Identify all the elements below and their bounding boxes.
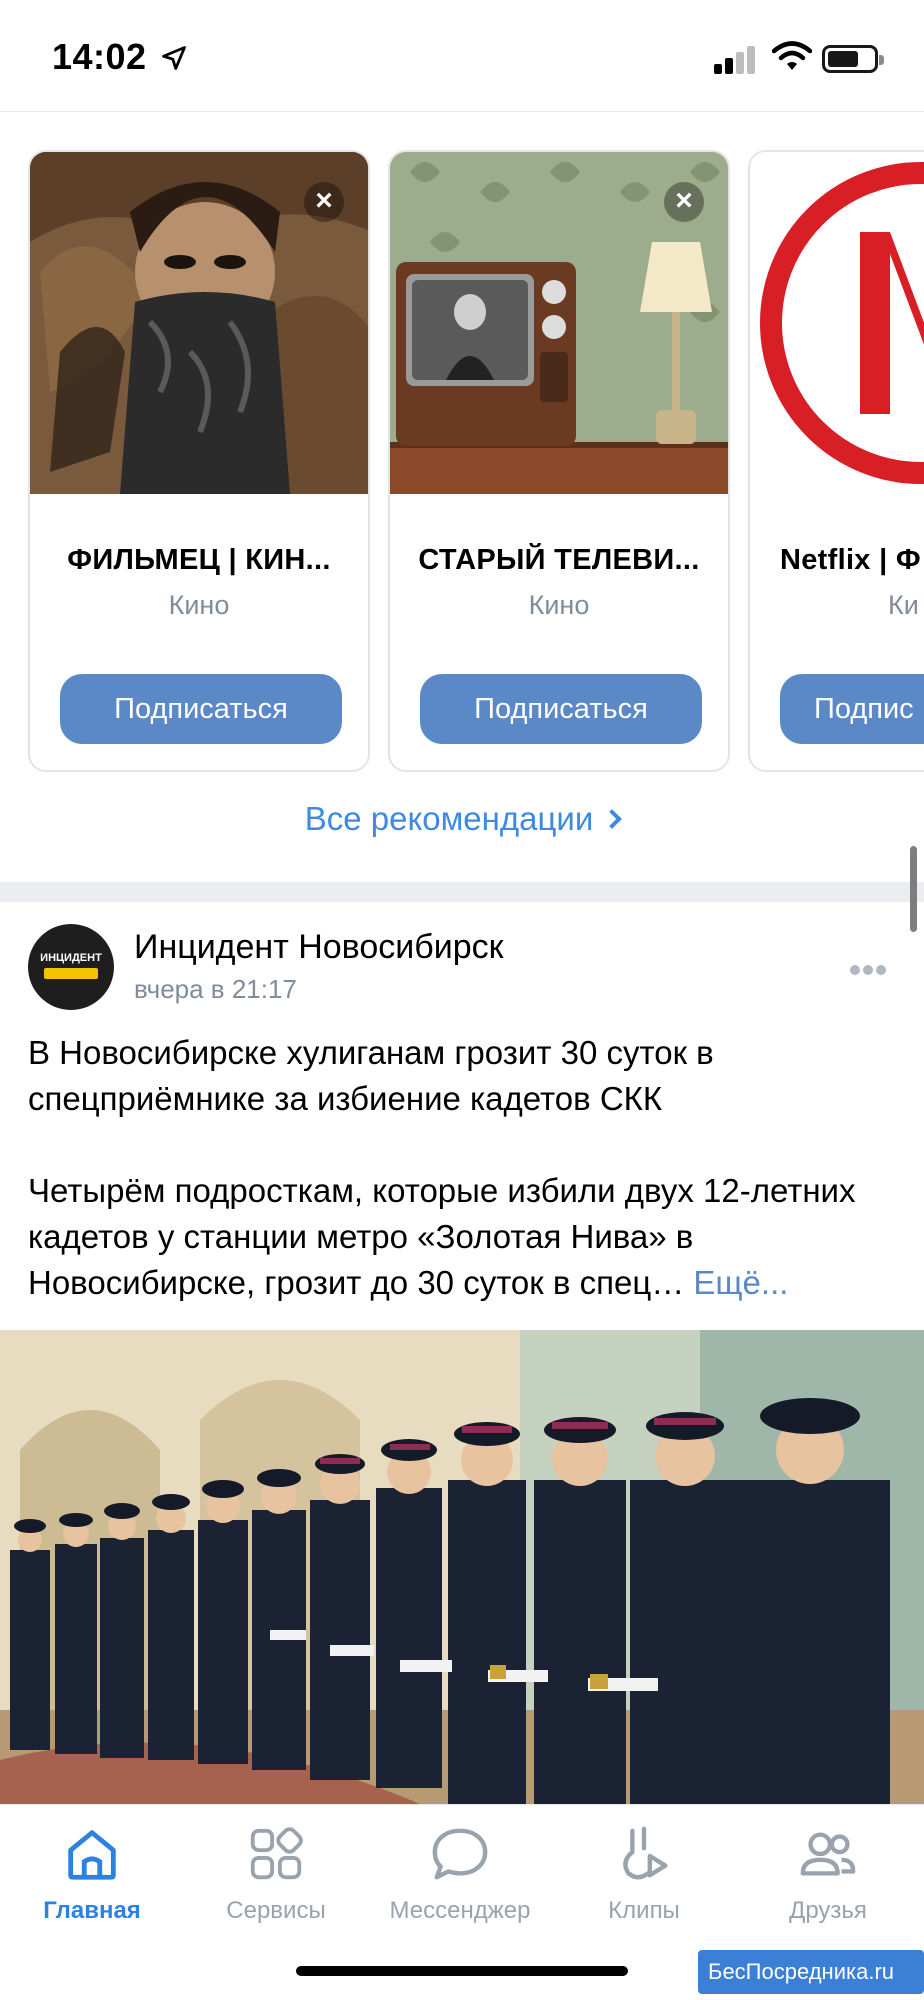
location-arrow-icon [162,46,186,70]
post-paragraph: В Новосибирске хулиганам грозит 30 суток… [28,1034,714,1117]
read-more-link[interactable]: Ещё... [693,1264,788,1301]
wifi-icon [772,41,812,70]
services-grid-icon [250,1827,303,1880]
recommendations-carousel[interactable]: × ФИЛЬМЕЦ | КИН... Кино Подписаться × СТ… [0,150,924,774]
chevron-right-icon [602,809,623,829]
post-author[interactable]: Инцидент Новосибирск [134,928,504,967]
more-options-icon[interactable] [850,962,889,980]
community-cover-image: × [30,152,368,494]
section-separator [0,882,924,902]
tab-home[interactable]: Главная [0,1823,184,1925]
tab-messenger[interactable]: Мессенджер [368,1823,552,1925]
tab-clips[interactable]: Клипы [552,1823,736,1925]
card-title: Netflix | Ф [780,544,921,576]
card-title: СТАРЫЙ ТЕЛЕВИ... [418,544,700,576]
recommendation-card[interactable]: Netflix | Ф Ки Подпис [748,150,924,772]
clips-icon [623,1826,668,1880]
subscribe-button[interactable]: Подписаться [420,674,702,744]
recommendation-card[interactable]: × СТАРЫЙ ТЕЛЕВИ... Кино Подписаться [388,150,730,772]
card-category: Кино [528,590,590,620]
card-category: Ки [888,590,919,620]
subscribe-button[interactable]: Подпис [780,674,924,744]
all-recommendations-link[interactable]: Все рекомендации [0,800,924,838]
card-category: Кино [168,590,230,620]
tab-label: Друзья [789,1897,867,1924]
home-icon [68,1830,116,1880]
tab-friends[interactable]: Друзья [736,1823,920,1925]
scroll-indicator[interactable] [910,846,917,932]
watermark: БесПосредника.ru [698,1950,924,1994]
post-photo[interactable] [0,1330,924,1804]
avatar-label: ИНЦИДЕНТ [40,952,102,964]
friends-icon [800,1832,856,1876]
subscribe-button[interactable]: Подписаться [60,674,342,744]
tab-label: Главная [43,1897,141,1924]
dismiss-card-button[interactable]: × [304,182,344,222]
tab-services[interactable]: Сервисы [184,1823,368,1925]
all-recommendations-label: Все рекомендации [304,800,594,837]
community-avatar[interactable]: ИНЦИДЕНТ [28,924,114,1010]
messenger-bubble-icon [432,1828,488,1880]
battery-icon [822,45,884,73]
post-timestamp: вчера в 21:17 [134,974,297,1004]
community-cover-image: × [390,152,728,494]
cellular-signal-icon [714,44,758,74]
avatar-stripe [44,968,98,979]
status-time: 14:02 [52,36,147,77]
tab-label: Сервисы [226,1897,326,1924]
top-divider [0,111,924,112]
tab-label: Мессенджер [389,1897,531,1924]
card-title: ФИЛЬМЕЦ | КИН... [67,544,331,576]
dismiss-card-button[interactable]: × [664,182,704,222]
community-cover-image [750,152,924,494]
home-indicator[interactable] [296,1966,628,1976]
tab-label: Клипы [608,1897,680,1924]
post-text: В Новосибирске хулиганам грозит 30 суток… [28,1030,908,1306]
status-bar: 14:02 [0,0,924,112]
post-paragraph: Четырём подросткам, которые избили двух … [28,1168,908,1306]
recommendation-card[interactable]: × ФИЛЬМЕЦ | КИН... Кино Подписаться [28,150,370,772]
